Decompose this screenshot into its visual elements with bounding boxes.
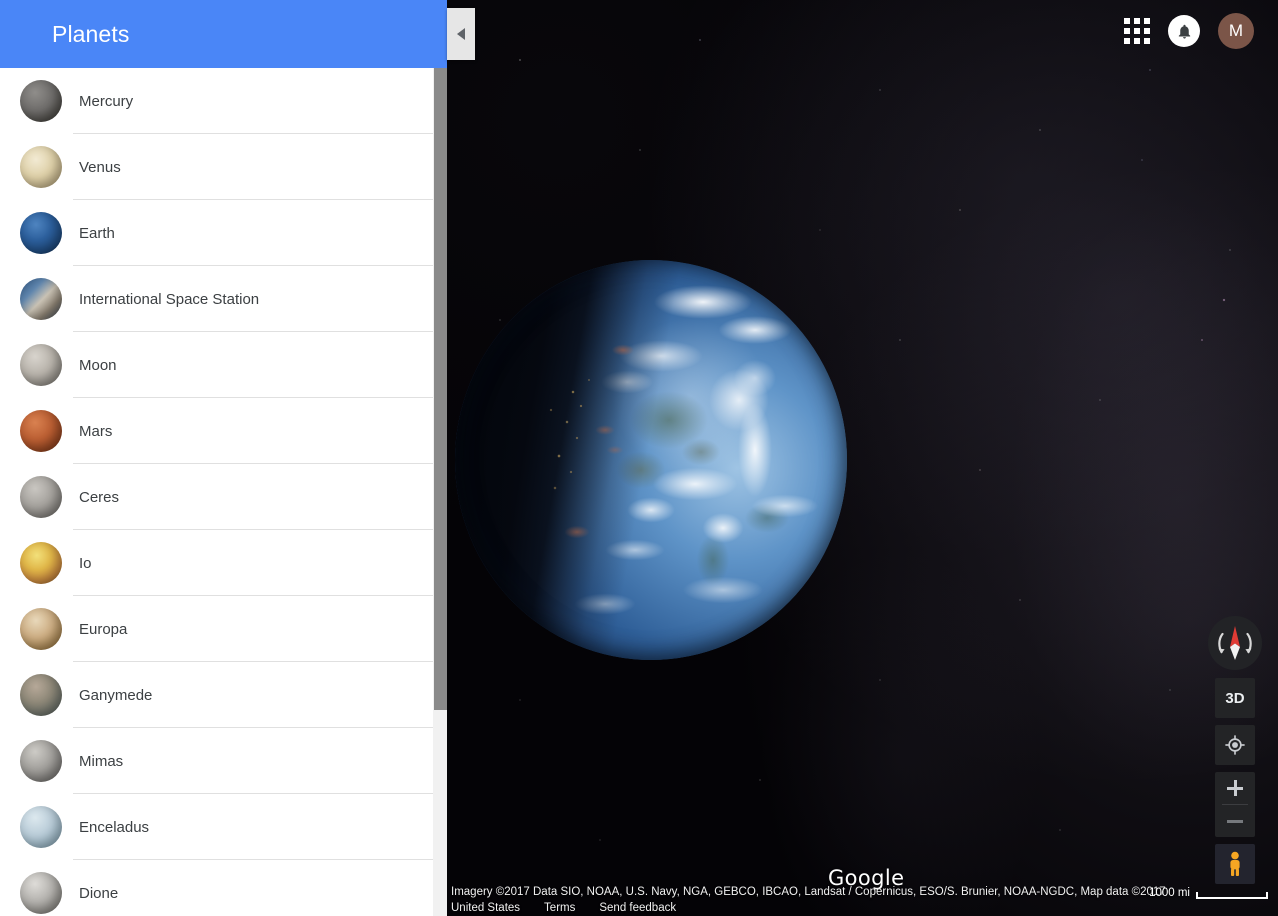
list-item[interactable]: Enceladus [0, 794, 447, 860]
list-item[interactable]: Venus [0, 134, 447, 200]
planet-thumbnail [20, 740, 62, 782]
earth-globe[interactable] [455, 260, 847, 660]
list-item[interactable]: International Space Station [0, 266, 447, 332]
planet-thumbnail [20, 278, 62, 320]
compass-icon [1218, 626, 1252, 660]
scale-indicator: 1000 mi [1149, 886, 1268, 899]
scale-bar [1196, 892, 1268, 899]
street-view-pegman-button[interactable] [1215, 844, 1255, 884]
list-item-label: Io [79, 554, 92, 572]
list-item-label: Enceladus [79, 818, 150, 836]
planet-thumbnail [20, 476, 62, 518]
list-item-label: Moon [79, 356, 117, 374]
avatar[interactable]: M [1218, 13, 1254, 49]
planet-thumbnail [20, 806, 62, 848]
my-location-button[interactable] [1215, 725, 1255, 765]
zoom-out-button[interactable] [1215, 805, 1255, 837]
minus-icon [1227, 819, 1243, 823]
sidebar-scrollbar[interactable] [433, 68, 447, 916]
list-item-label: Mercury [79, 92, 134, 110]
notifications-button[interactable] [1168, 15, 1200, 47]
list-item[interactable]: Ganymede [0, 662, 447, 728]
sidebar-scrollbar-thumb[interactable] [434, 68, 447, 710]
zoom-in-button[interactable] [1215, 772, 1255, 804]
compass-button[interactable] [1208, 616, 1262, 670]
my-location-icon [1225, 735, 1245, 755]
avatar-initial: M [1228, 21, 1244, 40]
google-earth-app: M 3D Google Imagery ©2017 Data SIO, NOAA… [0, 0, 1278, 916]
footer-links: United States Terms Send feedback [451, 902, 676, 914]
map-controls: 3D [1208, 616, 1262, 884]
planet-thumbnail [20, 872, 62, 914]
planet-thumbnail [20, 608, 62, 650]
list-item-label: Europa [79, 620, 128, 638]
list-item[interactable]: Mimas [0, 728, 447, 794]
pegman-icon [1230, 851, 1240, 876]
topbar-right: M [1078, 0, 1278, 62]
list-item[interactable]: Moon [0, 332, 447, 398]
map-attribution: Imagery ©2017 Data SIO, NOAA, U.S. Navy,… [451, 886, 1166, 898]
planet-thumbnail [20, 146, 62, 188]
list-item-label: Mars [79, 422, 113, 440]
list-item[interactable]: Mercury [0, 68, 447, 134]
planet-thumbnail [20, 344, 62, 386]
planet-list[interactable]: Mercury Venus Earth International Space Sta… [0, 68, 447, 916]
footer-link-country[interactable]: United States [451, 902, 520, 914]
list-item-label: International Space Station [79, 290, 260, 308]
sidebar: Planets Mercury Venus Earth International S… [0, 0, 447, 916]
view-mode-label: 3D [1225, 689, 1245, 707]
list-item[interactable]: Earth [0, 200, 447, 266]
list-item-label: Mimas [79, 752, 124, 770]
list-item[interactable]: Mars [0, 398, 447, 464]
scale-label: 1000 mi [1149, 886, 1190, 899]
planet-thumbnail [20, 410, 62, 452]
list-item-label: Ganymede [79, 686, 153, 704]
chevron-left-icon [457, 28, 465, 40]
collapse-sidebar-button[interactable] [447, 8, 475, 60]
earth-limb-shading [455, 260, 847, 660]
list-item-label: Earth [79, 224, 115, 242]
zoom-controls [1215, 772, 1255, 837]
list-item-label: Dione [79, 884, 119, 902]
list-item[interactable]: Io [0, 530, 447, 596]
apps-grid-icon[interactable] [1124, 18, 1150, 44]
bell-icon [1178, 24, 1190, 39]
list-item[interactable]: Europa [0, 596, 447, 662]
planet-thumbnail [20, 212, 62, 254]
list-item-label: Ceres [79, 488, 120, 506]
footer-link-feedback[interactable]: Send feedback [599, 902, 676, 914]
planet-thumbnail [20, 674, 62, 716]
footer-link-terms[interactable]: Terms [544, 902, 575, 914]
list-item-label: Venus [79, 158, 121, 176]
page-title: Planets [52, 20, 130, 47]
list-item[interactable]: Ceres [0, 464, 447, 530]
toggle-3d-button[interactable]: 3D [1215, 678, 1255, 718]
list-item[interactable]: Dione [0, 860, 447, 916]
planet-thumbnail [20, 80, 62, 122]
plus-icon-vertical [1233, 780, 1237, 796]
planet-thumbnail [20, 542, 62, 584]
sidebar-header: Planets [0, 0, 447, 68]
